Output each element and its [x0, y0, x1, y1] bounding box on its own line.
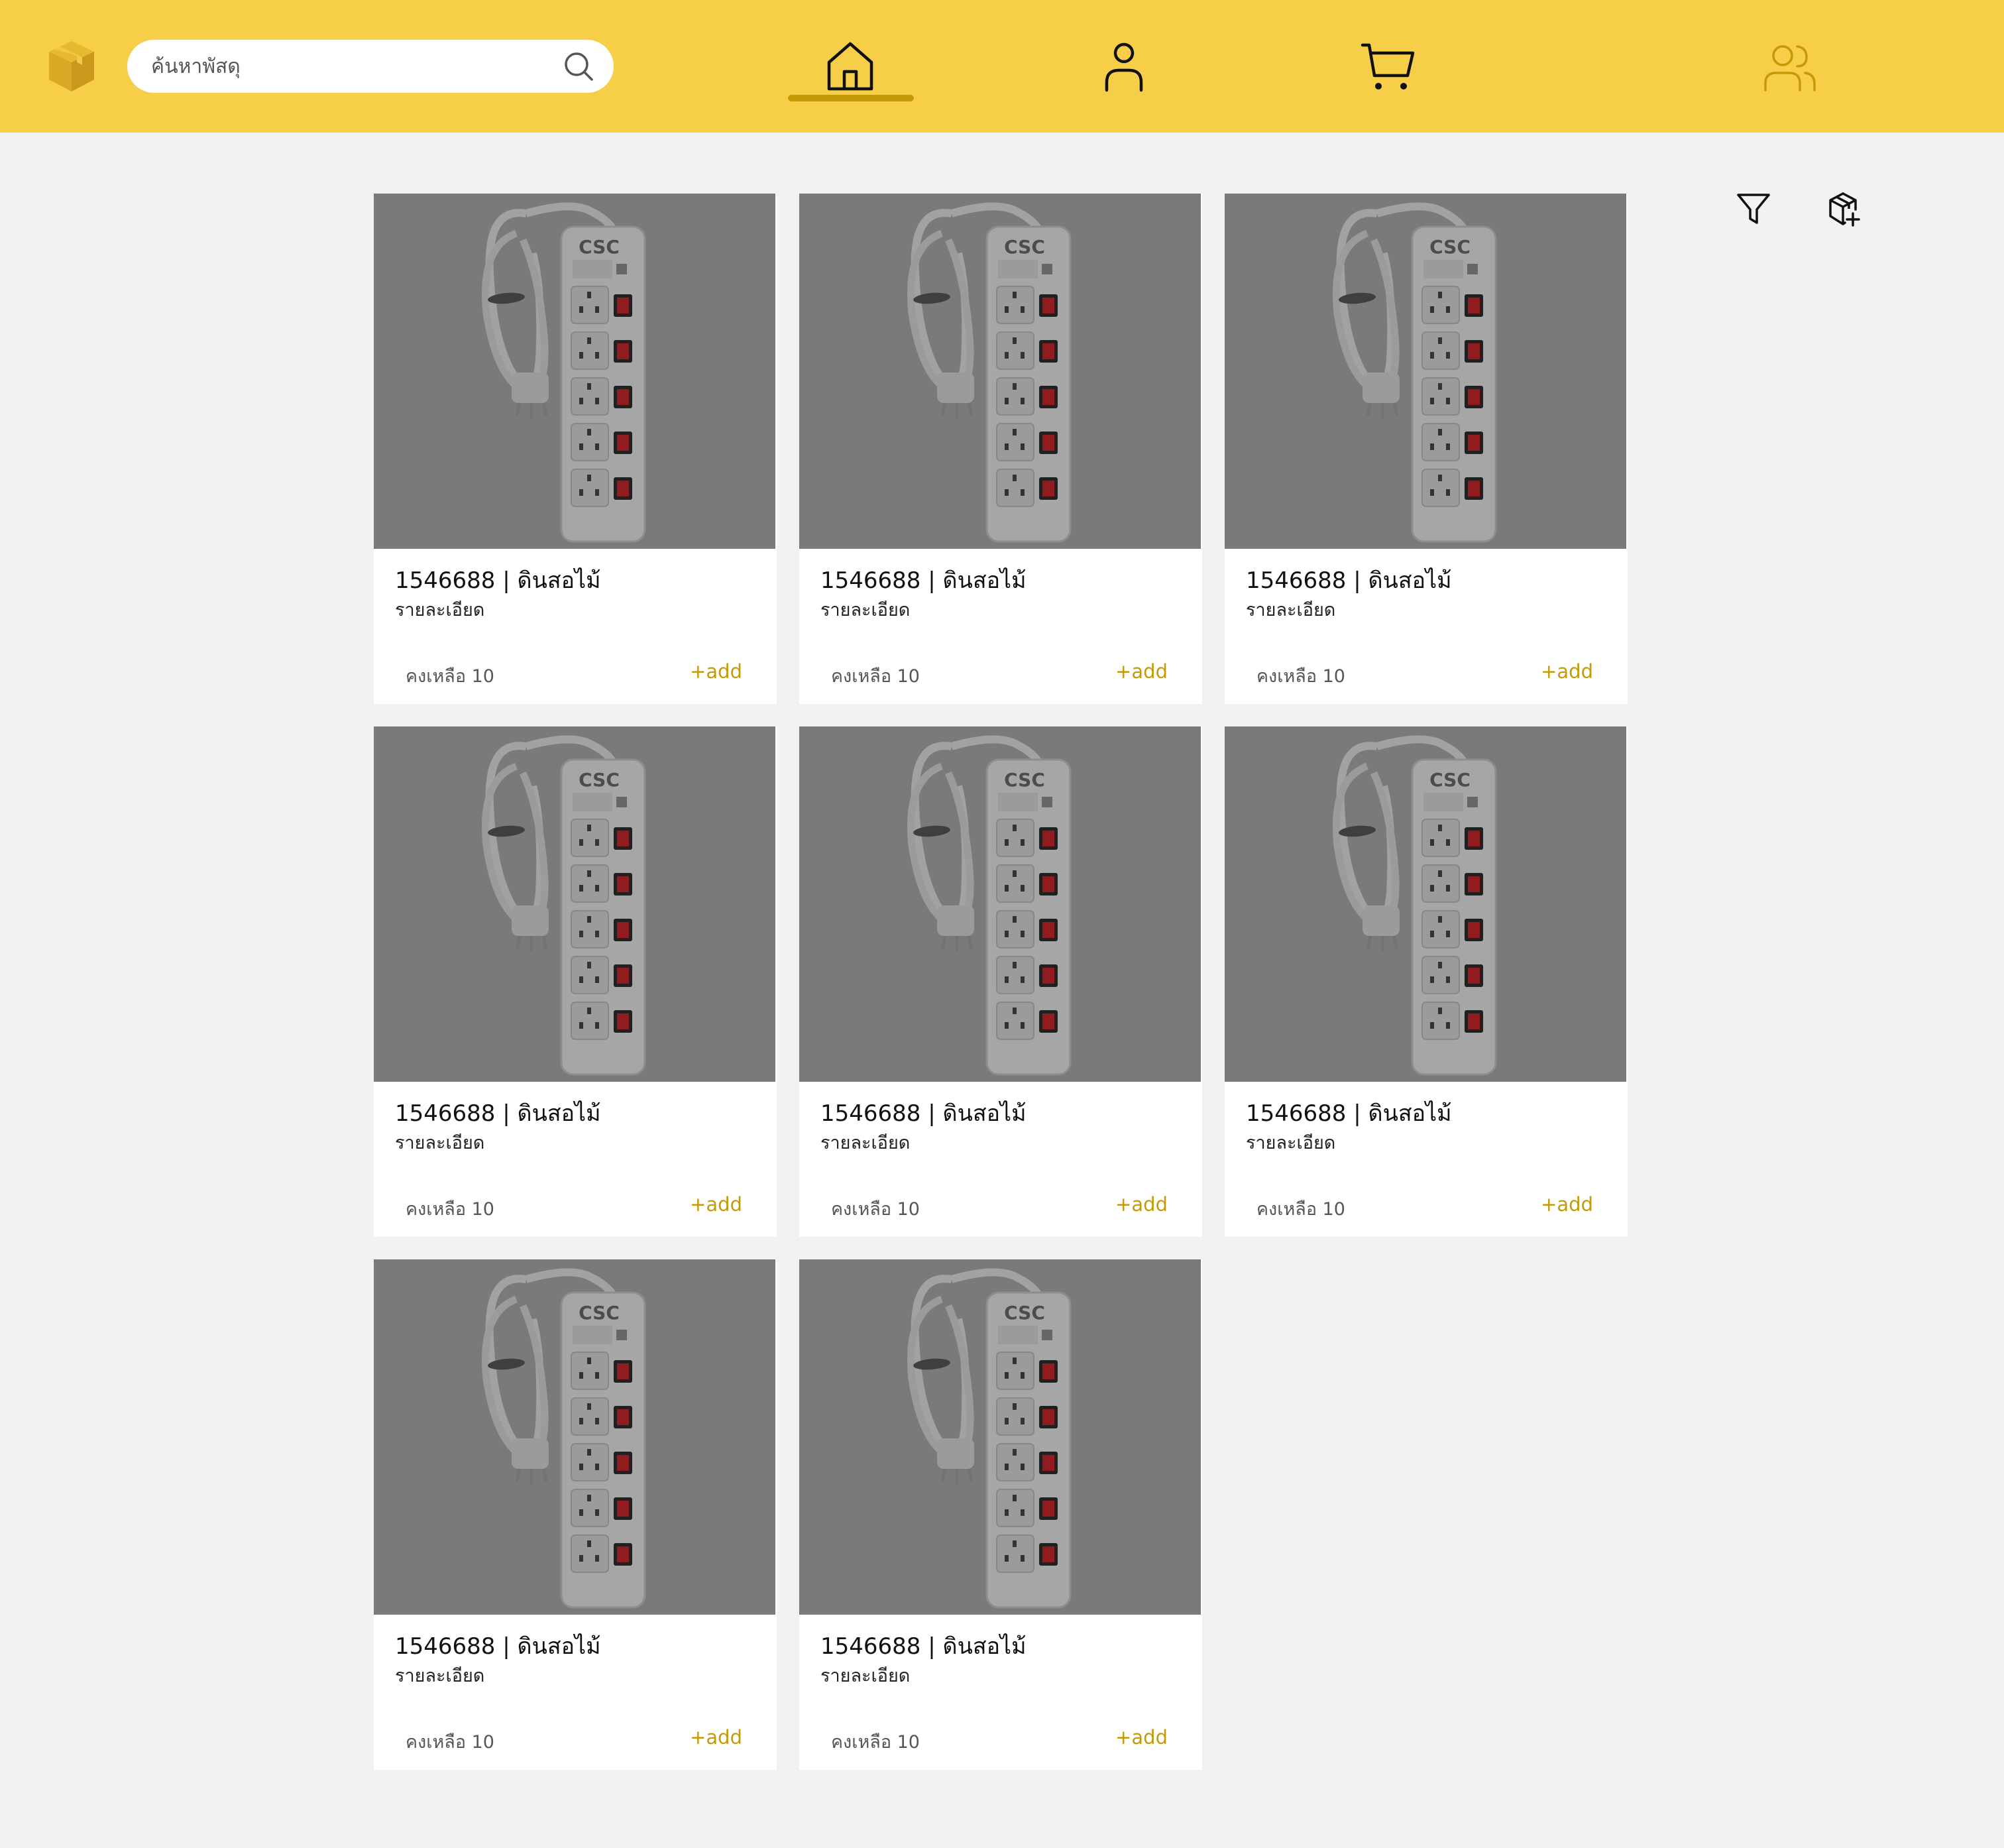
search-icon[interactable] [563, 51, 594, 82]
product-title: 1546688 | ดินสอไม้ [395, 1633, 601, 1660]
product-image[interactable]: CSC [374, 1259, 775, 1615]
product-card[interactable]: CSC 1546688 | ดินสอไม้ รายละเอียด คงเหลื… [374, 726, 777, 1237]
nav-profile-button[interactable] [1084, 27, 1164, 106]
power-strip-image: CSC [799, 194, 1201, 549]
nav-users-button[interactable] [1750, 27, 1829, 106]
stock-remaining: คงเหลือ 10 [1256, 666, 1345, 687]
power-strip-image: CSC [374, 726, 775, 1082]
nav-home-button[interactable] [810, 27, 890, 106]
box-icon[interactable] [46, 38, 97, 94]
add-item-button[interactable] [1820, 186, 1866, 232]
add-button[interactable]: +add [690, 1193, 742, 1216]
product-description: รายละเอียด [1246, 600, 1336, 620]
filter-button[interactable] [1730, 186, 1777, 232]
product-card[interactable]: CSC 1546688 | ดินสอไม้ รายละเอียด คงเหลื… [799, 1259, 1202, 1770]
product-description: รายละเอียด [1246, 1133, 1336, 1153]
product-title: 1546688 | ดินสอไม้ [395, 567, 601, 594]
search-input[interactable] [151, 40, 535, 93]
product-card[interactable]: CSC 1546688 | ดินสอไม้ รายละเอียด คงเหลื… [799, 194, 1202, 704]
power-strip-image: CSC [374, 1259, 775, 1615]
users-icon [1764, 45, 1816, 91]
add-button[interactable]: +add [690, 660, 742, 683]
product-card[interactable]: CSC 1546688 | ดินสอไม้ รายละเอียด คงเหลื… [1225, 194, 1628, 704]
product-grid: CSC 1546688 | ดินสอไม้ รายละเอียด คงเหลื… [374, 194, 1628, 1770]
power-strip-image: CSC [799, 726, 1201, 1082]
stock-remaining: คงเหลือ 10 [1256, 1199, 1345, 1220]
add-button[interactable]: +add [1115, 1726, 1168, 1749]
add-box-icon [1829, 192, 1860, 227]
stock-remaining: คงเหลือ 10 [831, 1199, 920, 1220]
add-button[interactable]: +add [1541, 1193, 1593, 1216]
power-strip-image: CSC [799, 1259, 1201, 1615]
product-description: รายละเอียด [395, 1666, 485, 1686]
product-description: รายละเอียด [395, 1133, 485, 1153]
top-navigation-bar [0, 0, 2004, 133]
product-description: รายละเอียด [395, 600, 485, 620]
stock-remaining: คงเหลือ 10 [831, 666, 920, 687]
add-button[interactable]: +add [690, 1726, 742, 1749]
stock-remaining: คงเหลือ 10 [406, 1732, 494, 1753]
product-title: 1546688 | ดินสอไม้ [820, 1633, 1027, 1660]
product-card[interactable]: CSC 1546688 | ดินสอไม้ รายละเอียด คงเหลื… [374, 194, 777, 704]
stock-remaining: คงเหลือ 10 [406, 1199, 494, 1220]
power-strip-image: CSC [1225, 194, 1626, 549]
product-card[interactable]: CSC 1546688 | ดินสอไม้ รายละเอียด คงเหลื… [374, 1259, 777, 1770]
product-description: รายละเอียด [820, 600, 911, 620]
add-button[interactable]: +add [1115, 1193, 1168, 1216]
user-icon [1105, 42, 1143, 92]
product-image[interactable]: CSC [1225, 194, 1626, 549]
stock-remaining: คงเหลือ 10 [406, 666, 494, 687]
cart-icon [1361, 43, 1415, 89]
product-title: 1546688 | ดินสอไม้ [820, 567, 1027, 594]
power-strip-image: CSC [1225, 726, 1626, 1082]
product-title: 1546688 | ดินสอไม้ [395, 1100, 601, 1127]
search-bar [127, 40, 614, 93]
product-title: 1546688 | ดินสอไม้ [1246, 567, 1452, 594]
product-image[interactable]: CSC [799, 194, 1201, 549]
nav-cart-button[interactable] [1348, 27, 1427, 106]
filter-icon [1737, 194, 1770, 224]
add-button[interactable]: +add [1541, 660, 1593, 683]
product-card[interactable]: CSC 1546688 | ดินสอไม้ รายละเอียด คงเหลื… [799, 726, 1202, 1237]
power-strip-image: CSC [374, 194, 775, 549]
stock-remaining: คงเหลือ 10 [831, 1732, 920, 1753]
product-image[interactable]: CSC [374, 726, 775, 1082]
active-tab-indicator [788, 95, 914, 101]
product-title: 1546688 | ดินสอไม้ [1246, 1100, 1452, 1127]
product-image[interactable]: CSC [799, 1259, 1201, 1615]
product-title: 1546688 | ดินสอไม้ [820, 1100, 1027, 1127]
product-description: รายละเอียด [820, 1133, 911, 1153]
product-card[interactable]: CSC 1546688 | ดินสอไม้ รายละเอียด คงเหลื… [1225, 726, 1628, 1237]
product-image[interactable]: CSC [1225, 726, 1626, 1082]
product-description: รายละเอียด [820, 1666, 911, 1686]
product-image[interactable]: CSC [374, 194, 775, 549]
product-image[interactable]: CSC [799, 726, 1201, 1082]
home-icon [827, 42, 873, 91]
add-button[interactable]: +add [1115, 660, 1168, 683]
